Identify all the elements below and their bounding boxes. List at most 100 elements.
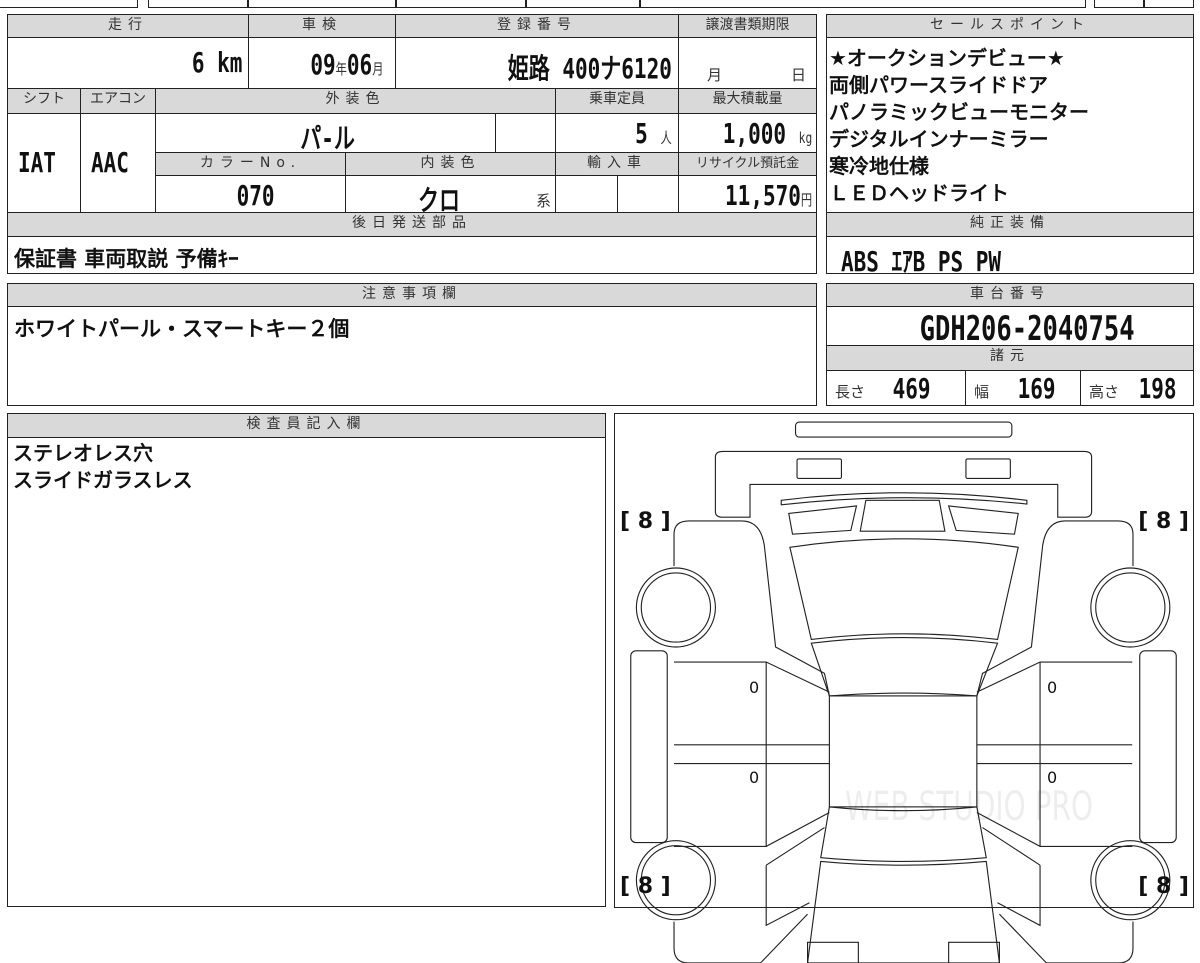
- sales-points-label: セールスポイント: [826, 14, 1194, 38]
- height-label: 高さ: [1089, 383, 1120, 401]
- tire-rear-right-rating: [ 8 ]: [1138, 874, 1189, 899]
- exterior-color-label: 外装色: [155, 88, 556, 114]
- shift-cell: IAT: [7, 113, 81, 213]
- sales-point-item: 両側パワースライドドア: [829, 73, 1048, 97]
- equipment-cell: ABS ｴｱB PS PW: [826, 236, 1194, 278]
- equipment-label: 純正装備: [826, 212, 1194, 237]
- capacity-label: 乗車定員: [555, 88, 679, 114]
- interior-color-label: 内装色: [345, 152, 556, 176]
- sales-point-item: ★オークションデビュー★: [829, 46, 1065, 70]
- door-mark: 0: [749, 678, 760, 697]
- aircon-value: AAC: [91, 146, 129, 179]
- sales-point-item: 寒冷地仕様: [829, 154, 929, 178]
- chassis-label: 車台番号: [826, 283, 1194, 307]
- registration-label: 登録番号: [395, 14, 679, 38]
- top-strip-cell: [1144, 0, 1194, 8]
- color-no-label: カラーNo.: [155, 152, 346, 176]
- sales-point-item: パノラミックビューモニター: [829, 100, 1089, 124]
- chassis-cell: GDH206-2040754: [826, 306, 1194, 349]
- year-unit: 年: [335, 60, 347, 78]
- imported-cell: [555, 175, 618, 213]
- specs-label: 諸元: [826, 345, 1194, 371]
- width-label: 幅: [974, 383, 990, 401]
- aircon-label: エアコン: [80, 88, 156, 114]
- notes-cell: ホワイトパール・スマートキー２個: [7, 306, 817, 406]
- inspection-label: 車検: [248, 14, 396, 38]
- max-load-unit: kg: [798, 129, 812, 147]
- tire-front-left-rating: [ 8 ]: [620, 509, 671, 534]
- later-parts-value: 保証書 車両取説 予備ｷｰ: [14, 247, 239, 271]
- inspector-notes: ステレオレス穴 スライドガラスレス: [7, 437, 606, 907]
- shift-label: シフト: [7, 88, 81, 114]
- top-strip-cell: [1094, 0, 1144, 8]
- blank-cell: [495, 113, 556, 153]
- height-value: 198: [1139, 372, 1177, 405]
- length-label: 長さ: [835, 383, 866, 401]
- sales-point-item: ＬＥＤヘッドライト: [829, 181, 1009, 205]
- later-parts-cell: 保証書 車両取説 予備ｷｰ: [7, 236, 817, 274]
- mileage-label: 走行: [7, 14, 249, 38]
- recycle-unit: 円: [800, 191, 812, 209]
- interior-color-unit: 系: [535, 192, 551, 210]
- notes-label: 注意事項欄: [7, 283, 817, 307]
- aircon-cell: AAC: [80, 113, 156, 213]
- sales-point-item: デジタルインナーミラー: [829, 127, 1049, 151]
- top-strip-cell: [526, 0, 640, 8]
- tire-front-right-rating: [ 8 ]: [1138, 509, 1189, 534]
- mileage-value: 6: [191, 46, 205, 79]
- width-cell: 幅 169: [965, 370, 1081, 406]
- top-strip-cell: [148, 0, 248, 8]
- interior-color-cell: クロ系: [345, 175, 556, 217]
- chassis-value: GDH206-2040754: [920, 309, 1135, 349]
- inspection-cell: 09年06月: [248, 37, 396, 89]
- sales-points-list: ★オークションデビュー★ 両側パワースライドドア パノラミックビューモニター デ…: [826, 37, 1194, 213]
- recycle-cell: 11,570円: [678, 175, 817, 213]
- length-cell: 長さ 469: [826, 370, 966, 406]
- top-strip-cell: [640, 0, 1086, 8]
- imported-label: 輸入車: [555, 152, 679, 176]
- width-value: 169: [1018, 372, 1056, 405]
- month-unit: 月: [371, 60, 383, 78]
- max-load-label: 最大積載量: [678, 88, 817, 114]
- capacity-value: 5: [635, 117, 649, 150]
- registration-value: 姫路 400ナ6120: [507, 52, 672, 85]
- exterior-color-value: パ-ル: [300, 122, 355, 155]
- registration-cell: 姫路 400ナ6120: [395, 37, 679, 89]
- inspector-line: ステレオレス穴: [13, 441, 153, 465]
- inspection-year: 09: [309, 48, 336, 81]
- tire-rear-left-rating: [ 8 ]: [620, 874, 671, 899]
- inspection-month: 06: [346, 48, 372, 81]
- vehicle-damage-diagram: [ 8 ] [ 8 ] [ 8 ] [ 8 ] 0 0 0 0 WEB STUD…: [614, 413, 1194, 963]
- max-load-value: 1,000: [722, 117, 786, 150]
- door-mark: 0: [1047, 678, 1058, 697]
- height-cell: 高さ 198: [1080, 370, 1194, 406]
- capacity-unit: 人: [660, 129, 672, 147]
- month-unit: 月: [707, 66, 723, 84]
- car-outline-icon: [630, 421, 1177, 963]
- later-parts-label: 後日発送部品: [7, 212, 817, 237]
- capacity-cell: 5 人: [555, 113, 679, 153]
- watermark: WEB STUDIO PRO: [845, 784, 1093, 830]
- equipment-value: ABS ｴｱB PS PW: [841, 245, 1002, 278]
- transfer-deadline-cell: 月 日: [678, 37, 817, 89]
- top-strip-cell: [0, 0, 138, 8]
- recycle-label: リサイクル預託金: [678, 152, 817, 176]
- transfer-deadline-label: 譲渡書類期限: [678, 14, 817, 38]
- max-load-cell: 1,000 kg: [678, 113, 817, 153]
- color-no-cell: 070: [155, 175, 346, 213]
- color-no-value: 070: [237, 179, 275, 212]
- inspector-label: 検査員記入欄: [7, 413, 606, 438]
- mileage-cell: 6 km: [7, 37, 249, 89]
- top-strip-cell: [248, 0, 396, 8]
- door-mark: 0: [749, 768, 760, 787]
- inspector-line: スライドガラスレス: [13, 468, 193, 492]
- top-strip-cell: [396, 0, 526, 8]
- shift-value: IAT: [18, 146, 56, 179]
- recycle-value: 11,570: [724, 179, 801, 212]
- imported-cell: [617, 175, 679, 213]
- length-value: 469: [893, 372, 931, 405]
- notes-value: ホワイトパール・スマートキー２個: [14, 317, 350, 341]
- day-unit: 日: [790, 66, 806, 84]
- exterior-color-cell: パ-ル: [155, 113, 496, 155]
- mileage-unit: km: [216, 46, 242, 79]
